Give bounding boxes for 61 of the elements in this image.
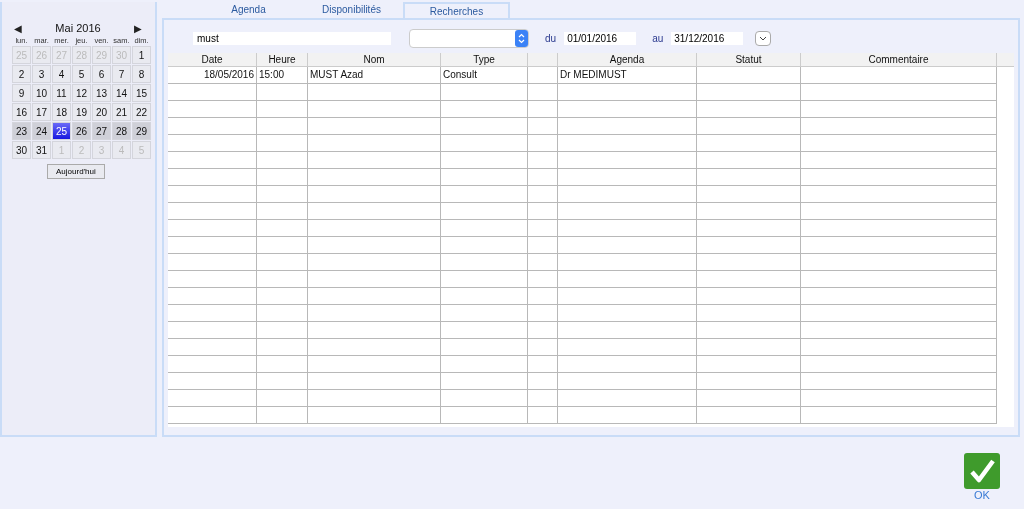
calendar-day[interactable]: 18 (52, 103, 71, 121)
calendar-day[interactable]: 13 (92, 84, 111, 102)
previous-month-button[interactable]: ◀ (14, 22, 22, 34)
calendar-day[interactable]: 9 (12, 84, 31, 102)
to-label: au (652, 32, 664, 44)
calendar-day[interactable]: 31 (32, 141, 51, 159)
from-date-field[interactable]: 01/01/2016 (564, 31, 637, 45)
table-cell: Consult (441, 67, 528, 83)
calendar-day[interactable]: 26 (72, 122, 91, 140)
ok-button[interactable]: OK (964, 453, 1000, 505)
column-header: Statut (697, 53, 801, 66)
calendar-day[interactable]: 12 (72, 84, 91, 102)
column-header: Type (441, 53, 528, 66)
calendar-day[interactable]: 3 (32, 65, 51, 83)
calendar-day[interactable]: 8 (132, 65, 151, 83)
calendar-day[interactable]: 5 (72, 65, 91, 83)
checkmark-icon (964, 453, 1000, 489)
tab[interactable]: Recherches (403, 2, 510, 18)
column-header: Commentaire (801, 53, 997, 66)
calendar-day[interactable]: 7 (112, 65, 131, 83)
calendar-day[interactable]: 21 (112, 103, 131, 121)
calendar-day[interactable]: 28 (112, 122, 131, 140)
tab[interactable]: Disponibilités (300, 2, 403, 18)
column-header: Nom (308, 53, 441, 66)
calendar-day[interactable]: 30 (12, 141, 31, 159)
calendar-day[interactable]: 14 (112, 84, 131, 102)
select-field[interactable] (409, 28, 529, 48)
table-cell: MUST Azad (308, 67, 441, 83)
calendar-day[interactable]: 24 (32, 122, 51, 140)
calendar-day[interactable]: 16 (12, 103, 31, 121)
calendar-day[interactable]: 25 (52, 122, 71, 140)
table-cell: Dr MEDIMUST (558, 67, 697, 83)
column-header: Date (168, 53, 257, 66)
calendar-day[interactable]: 27 (92, 122, 111, 140)
column-header: Agenda (558, 53, 697, 66)
month-title: Mai 2016 (55, 22, 101, 34)
to-date-field[interactable]: 31/12/2016 (671, 31, 744, 45)
stepper-icon (515, 29, 528, 47)
today-button[interactable]: Aujourd'hui (47, 164, 105, 179)
calendar-day[interactable]: 20 (92, 103, 111, 121)
column-header: Heure (257, 53, 308, 66)
calendar-day[interactable]: 17 (32, 103, 51, 121)
calendar-day[interactable]: 11 (52, 84, 71, 102)
chevron-down-icon (759, 35, 768, 41)
calendar-day[interactable]: 22 (132, 103, 151, 121)
next-month-button[interactable]: ▶ (134, 22, 142, 34)
table-cell: 18/05/2016 (168, 67, 257, 83)
calendar-day[interactable]: 4 (52, 65, 71, 83)
calendar-day[interactable]: 6 (92, 65, 111, 83)
calendar-day[interactable]: 19 (72, 103, 91, 121)
calendar-day[interactable]: 23 (12, 122, 31, 140)
calendar-day[interactable]: 1 (132, 46, 151, 64)
table-cell: 15:00 (257, 67, 308, 83)
calendar-day[interactable]: 15 (132, 84, 151, 102)
dropdown-button[interactable] (755, 30, 772, 46)
search-field[interactable]: must (193, 31, 391, 45)
from-label: du (545, 32, 557, 44)
tab[interactable]: Agenda (197, 2, 300, 18)
calendar-day[interactable]: 2 (12, 65, 31, 83)
calendar-day[interactable]: 10 (32, 84, 51, 102)
calendar-day[interactable]: 29 (132, 122, 151, 140)
